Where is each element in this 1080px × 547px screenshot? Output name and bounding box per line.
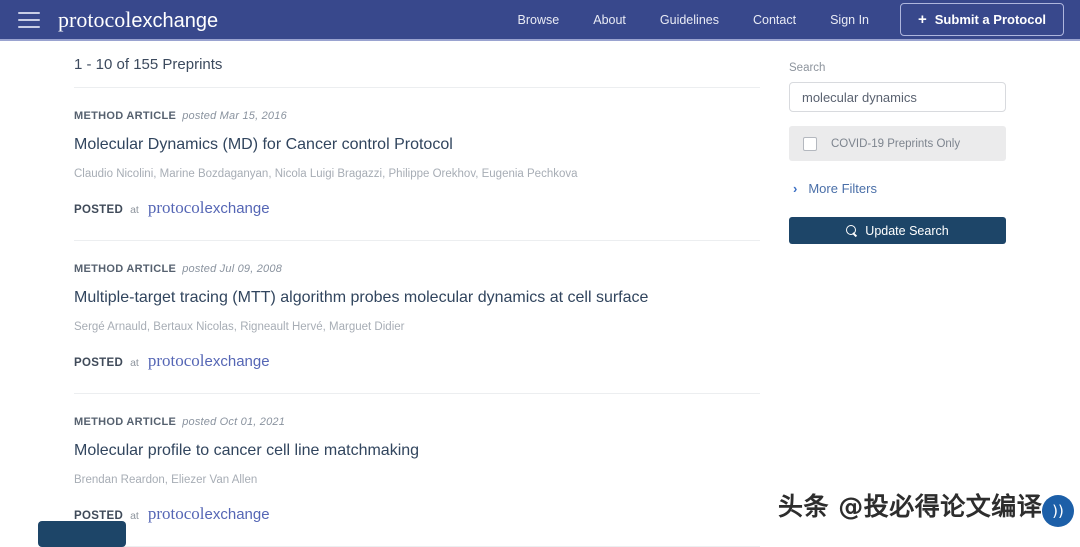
covid-19-checkbox[interactable] <box>803 137 817 151</box>
nav-link-guidelines[interactable]: Guidelines <box>643 7 736 33</box>
result-type-label: METHOD ARTICLE <box>74 416 176 428</box>
covid-19-filter-row[interactable]: COVID-19 Preprints Only <box>789 126 1006 161</box>
result-meta: METHOD ARTICLE posted Oct 01, 2021 <box>74 416 760 428</box>
result-posted-line: POSTED at protocolexchange <box>74 504 760 524</box>
search-icon <box>846 225 857 236</box>
result-posted-line: POSTED at protocolexchange <box>74 198 760 218</box>
watermark-badge-icon: )) <box>1042 495 1074 527</box>
result-authors: Claudio Nicolini, Marine Bozdaganyan, Ni… <box>74 167 760 182</box>
nav-link-about[interactable]: About <box>576 7 643 33</box>
nav-link-browse[interactable]: Browse <box>501 7 577 33</box>
posted-label: POSTED <box>74 357 123 369</box>
posted-brand-sans: exchange <box>205 506 270 523</box>
chevron-right-icon: › <box>793 182 797 195</box>
posted-at-label: at <box>130 510 139 522</box>
pagination-button-partial[interactable] <box>38 521 126 547</box>
hamburger-line <box>18 12 40 14</box>
site-logo[interactable]: protocolexchange <box>58 9 218 31</box>
posted-at-label: at <box>130 357 139 369</box>
posted-at-label: at <box>130 204 139 216</box>
search-filters-panel: Search COVID-19 Preprints Only › More Fi… <box>789 62 1006 244</box>
top-navigation-bar: protocolexchange Browse About Guidelines… <box>0 0 1080 41</box>
posted-brand-sans: exchange <box>205 353 270 370</box>
result-posted-date: posted Jul 09, 2008 <box>182 263 282 275</box>
more-filters-toggle[interactable]: › More Filters <box>789 181 1006 196</box>
update-search-label: Update Search <box>865 224 948 238</box>
result-type-label: METHOD ARTICLE <box>74 110 176 122</box>
result-authors: Brendan Reardon, Eliezer Van Allen <box>74 473 760 488</box>
result-posted-line: POSTED at protocolexchange <box>74 351 760 371</box>
posted-brand-serif: protocol <box>148 351 205 370</box>
site-logo-sans: exchange <box>131 10 218 32</box>
covid-19-checkbox-label: COVID-19 Preprints Only <box>831 138 960 150</box>
site-logo-serif: protocol <box>58 7 131 32</box>
nav-link-sign-in[interactable]: Sign In <box>813 7 886 33</box>
search-results-list: 1 - 10 of 155 Preprints METHOD ARTICLE po… <box>74 56 760 547</box>
posted-brand-serif: protocol <box>148 198 205 217</box>
posted-brand-logo[interactable]: protocolexchange <box>148 504 270 524</box>
update-search-button[interactable]: Update Search <box>789 217 1006 244</box>
posted-label: POSTED <box>74 204 123 216</box>
hamburger-line <box>18 26 40 28</box>
result-posted-date: posted Mar 15, 2016 <box>182 110 287 122</box>
result-posted-date: posted Oct 01, 2021 <box>182 416 285 428</box>
result-meta: METHOD ARTICLE posted Jul 09, 2008 <box>74 263 760 275</box>
result-title[interactable]: Molecular Dynamics (MD) for Cancer contr… <box>74 135 760 155</box>
posted-label: POSTED <box>74 510 123 522</box>
posted-brand-logo[interactable]: protocolexchange <box>148 198 270 218</box>
search-field-label: Search <box>789 62 1006 74</box>
posted-brand-sans: exchange <box>205 200 270 217</box>
results-count: 1 - 10 of 155 Preprints <box>74 56 760 87</box>
result-type-label: METHOD ARTICLE <box>74 263 176 275</box>
plus-icon: + <box>918 12 927 27</box>
nav-link-contact[interactable]: Contact <box>736 7 813 33</box>
watermark-text: 头条 @投必得论文编译 <box>778 487 1042 523</box>
main-nav: Browse About Guidelines Contact Sign In … <box>501 3 1080 36</box>
submit-a-protocol-button[interactable]: + Submit a Protocol <box>900 3 1064 36</box>
result-authors: Sergé Arnauld, Bertaux Nicolas, Rigneaul… <box>74 320 760 335</box>
posted-brand-serif: protocol <box>148 504 205 523</box>
result-item[interactable]: METHOD ARTICLE posted Mar 15, 2016 Molecu… <box>74 88 760 240</box>
result-title[interactable]: Multiple-target tracing (MTT) algorithm … <box>74 288 760 308</box>
result-item[interactable]: METHOD ARTICLE posted Oct 01, 2021 Molecu… <box>74 394 760 546</box>
result-item[interactable]: METHOD ARTICLE posted Jul 09, 2008 Multip… <box>74 241 760 393</box>
search-input[interactable] <box>789 82 1006 112</box>
posted-brand-logo[interactable]: protocolexchange <box>148 351 270 371</box>
result-title[interactable]: Molecular profile to cancer cell line ma… <box>74 441 760 461</box>
hamburger-line <box>18 19 40 21</box>
submit-a-protocol-label: Submit a Protocol <box>935 12 1046 27</box>
result-meta: METHOD ARTICLE posted Mar 15, 2016 <box>74 110 760 122</box>
more-filters-label: More Filters <box>808 181 877 196</box>
hamburger-menu-icon[interactable] <box>18 12 40 28</box>
